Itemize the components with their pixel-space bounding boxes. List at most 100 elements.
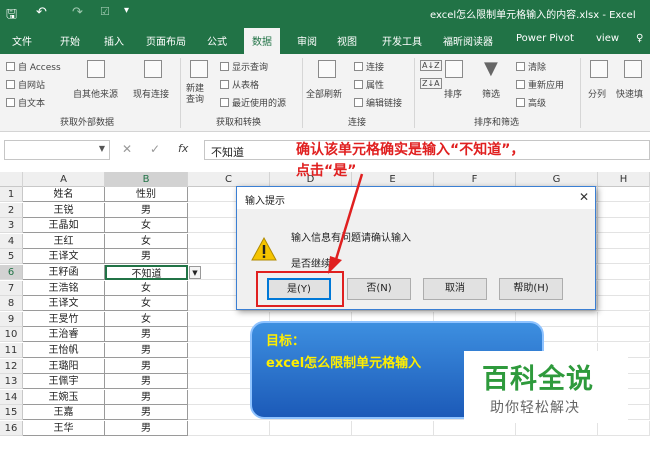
text-to-columns-button[interactable]: 分列 [588, 87, 606, 100]
sort-button[interactable]: 排序 [444, 87, 462, 100]
clear-button[interactable]: 清除 [516, 60, 546, 73]
cell-gender[interactable]: 男 [105, 249, 188, 264]
refresh-all-button[interactable]: 全部刷新 [306, 87, 342, 100]
from-table-button[interactable]: 从表格 [220, 78, 259, 91]
recent-sources-button[interactable]: 最近使用的源 [220, 96, 286, 109]
row-header[interactable]: 9 [0, 312, 23, 327]
tab-data[interactable]: 数据 [244, 28, 280, 54]
sort-ascending-button[interactable]: A↓Z [420, 60, 442, 71]
help-button[interactable]: 帮助(H) [499, 278, 563, 300]
empty-cell[interactable] [434, 421, 516, 436]
cell-name[interactable]: 王璐阳 [23, 359, 105, 374]
cell-name[interactable]: 王译文 [23, 249, 105, 264]
tab-developer[interactable]: 开发工具 [382, 33, 422, 48]
column-header[interactable]: A [23, 172, 105, 187]
row-header[interactable]: 6 [0, 265, 23, 280]
cell-gender[interactable]: 女 [105, 218, 188, 233]
cell-name[interactable]: 王华 [23, 421, 105, 436]
empty-cell[interactable] [598, 312, 650, 327]
tab-file[interactable]: 文件 [12, 33, 32, 48]
row-header[interactable]: 16 [0, 421, 23, 436]
filter-button[interactable]: 筛选 [482, 87, 500, 100]
tab-foxit-reader[interactable]: 福昕阅读器 [443, 33, 493, 48]
empty-cell[interactable] [352, 421, 434, 436]
row-header[interactable]: 11 [0, 343, 23, 358]
row-header[interactable]: 1 [0, 187, 23, 202]
from-text-button[interactable]: 自文本 [6, 96, 45, 109]
text-to-columns-icon[interactable] [590, 60, 608, 78]
show-queries-button[interactable]: 显示查询 [220, 60, 268, 73]
empty-cell[interactable] [598, 281, 650, 296]
chevron-down-icon[interactable]: ▼ [99, 144, 105, 153]
empty-cell[interactable] [598, 203, 650, 218]
cancel-entry-icon[interactable]: ✕ [122, 142, 132, 156]
cell-name[interactable]: 王婉玉 [23, 390, 105, 405]
column-header[interactable]: C [188, 172, 270, 187]
cell-name[interactable]: 姓名 [23, 187, 105, 202]
cell-gender[interactable]: 男 [105, 421, 188, 436]
cell-gender[interactable]: 性别 [105, 187, 188, 202]
close-icon[interactable]: ✕ [579, 190, 589, 204]
cell-name[interactable]: 王旻竹 [23, 312, 105, 327]
sort-icon[interactable] [445, 60, 463, 78]
tab-home[interactable]: 开始 [60, 33, 80, 48]
empty-cell[interactable] [598, 327, 650, 342]
row-header[interactable]: 12 [0, 359, 23, 374]
cell-gender[interactable]: 女 [105, 234, 188, 249]
cell-gender[interactable]: 男 [105, 203, 188, 218]
cancel-button[interactable]: 取消 [423, 278, 487, 300]
flash-fill-icon[interactable] [624, 60, 642, 78]
row-header[interactable]: 2 [0, 203, 23, 218]
row-header[interactable]: 4 [0, 234, 23, 249]
other-sources-icon[interactable] [87, 60, 105, 78]
cell-gender[interactable]: 男 [105, 359, 188, 374]
empty-cell[interactable] [598, 249, 650, 264]
lightbulb-icon[interactable]: ♀ [636, 33, 643, 44]
tab-page-layout[interactable]: 页面布局 [146, 33, 186, 48]
checkbox-icon[interactable]: ☑ [100, 5, 110, 18]
tab-view[interactable]: 视图 [337, 33, 357, 48]
cell-name[interactable]: 王浩铭 [23, 281, 105, 296]
filter-icon[interactable]: ▼ [484, 58, 498, 79]
cell-gender[interactable]: 女 [105, 312, 188, 327]
sort-descending-button[interactable]: Z↓A [420, 78, 442, 89]
row-header[interactable]: 14 [0, 390, 23, 405]
properties-button[interactable]: 属性 [354, 78, 384, 91]
tab-insert[interactable]: 插入 [104, 33, 124, 48]
cell-name[interactable]: 王籽函 [23, 265, 105, 280]
edit-links-button[interactable]: 编辑链接 [354, 96, 402, 109]
cell-gender[interactable]: 女 [105, 296, 188, 311]
empty-cell[interactable] [188, 421, 270, 436]
cell-name[interactable]: 王佩宇 [23, 374, 105, 389]
cell-gender[interactable]: 男 [105, 327, 188, 342]
empty-cell[interactable] [598, 234, 650, 249]
tab-view-extra[interactable]: view [596, 33, 619, 44]
cell-name[interactable]: 王锐 [23, 203, 105, 218]
cell-name[interactable]: 王治睿 [23, 327, 105, 342]
cell-name[interactable]: 王红 [23, 234, 105, 249]
tab-power-pivot[interactable]: Power Pivot [516, 33, 574, 44]
flash-fill-button[interactable]: 快速填 [616, 87, 643, 100]
cell-gender[interactable]: 男 [105, 374, 188, 389]
row-header[interactable]: 13 [0, 374, 23, 389]
other-sources-button[interactable]: 自其他来源 [73, 87, 118, 100]
undo-icon[interactable]: ↶ [36, 5, 47, 20]
save-icon[interactable]: 🖫 [6, 5, 17, 27]
cell-gender[interactable]: 男 [105, 405, 188, 420]
refresh-all-icon[interactable] [318, 60, 336, 78]
cell-gender[interactable]: 男 [105, 343, 188, 358]
cell-gender[interactable]: 男 [105, 390, 188, 405]
active-cell[interactable]: 不知道 [105, 265, 188, 280]
column-header[interactable]: B [105, 172, 188, 187]
new-query-button[interactable]: 新建 查询 [186, 84, 204, 106]
row-header[interactable]: 10 [0, 327, 23, 342]
from-web-button[interactable]: 自网站 [6, 78, 45, 91]
cell-name[interactable]: 王译文 [23, 296, 105, 311]
insert-function-icon[interactable]: fx [178, 142, 188, 155]
reapply-button[interactable]: 重新应用 [516, 78, 564, 91]
cell-name[interactable]: 王怡帆 [23, 343, 105, 358]
existing-connections-icon[interactable] [144, 60, 162, 78]
new-query-icon[interactable] [190, 60, 208, 78]
cell-name[interactable]: 王晶如 [23, 218, 105, 233]
empty-cell[interactable] [598, 218, 650, 233]
